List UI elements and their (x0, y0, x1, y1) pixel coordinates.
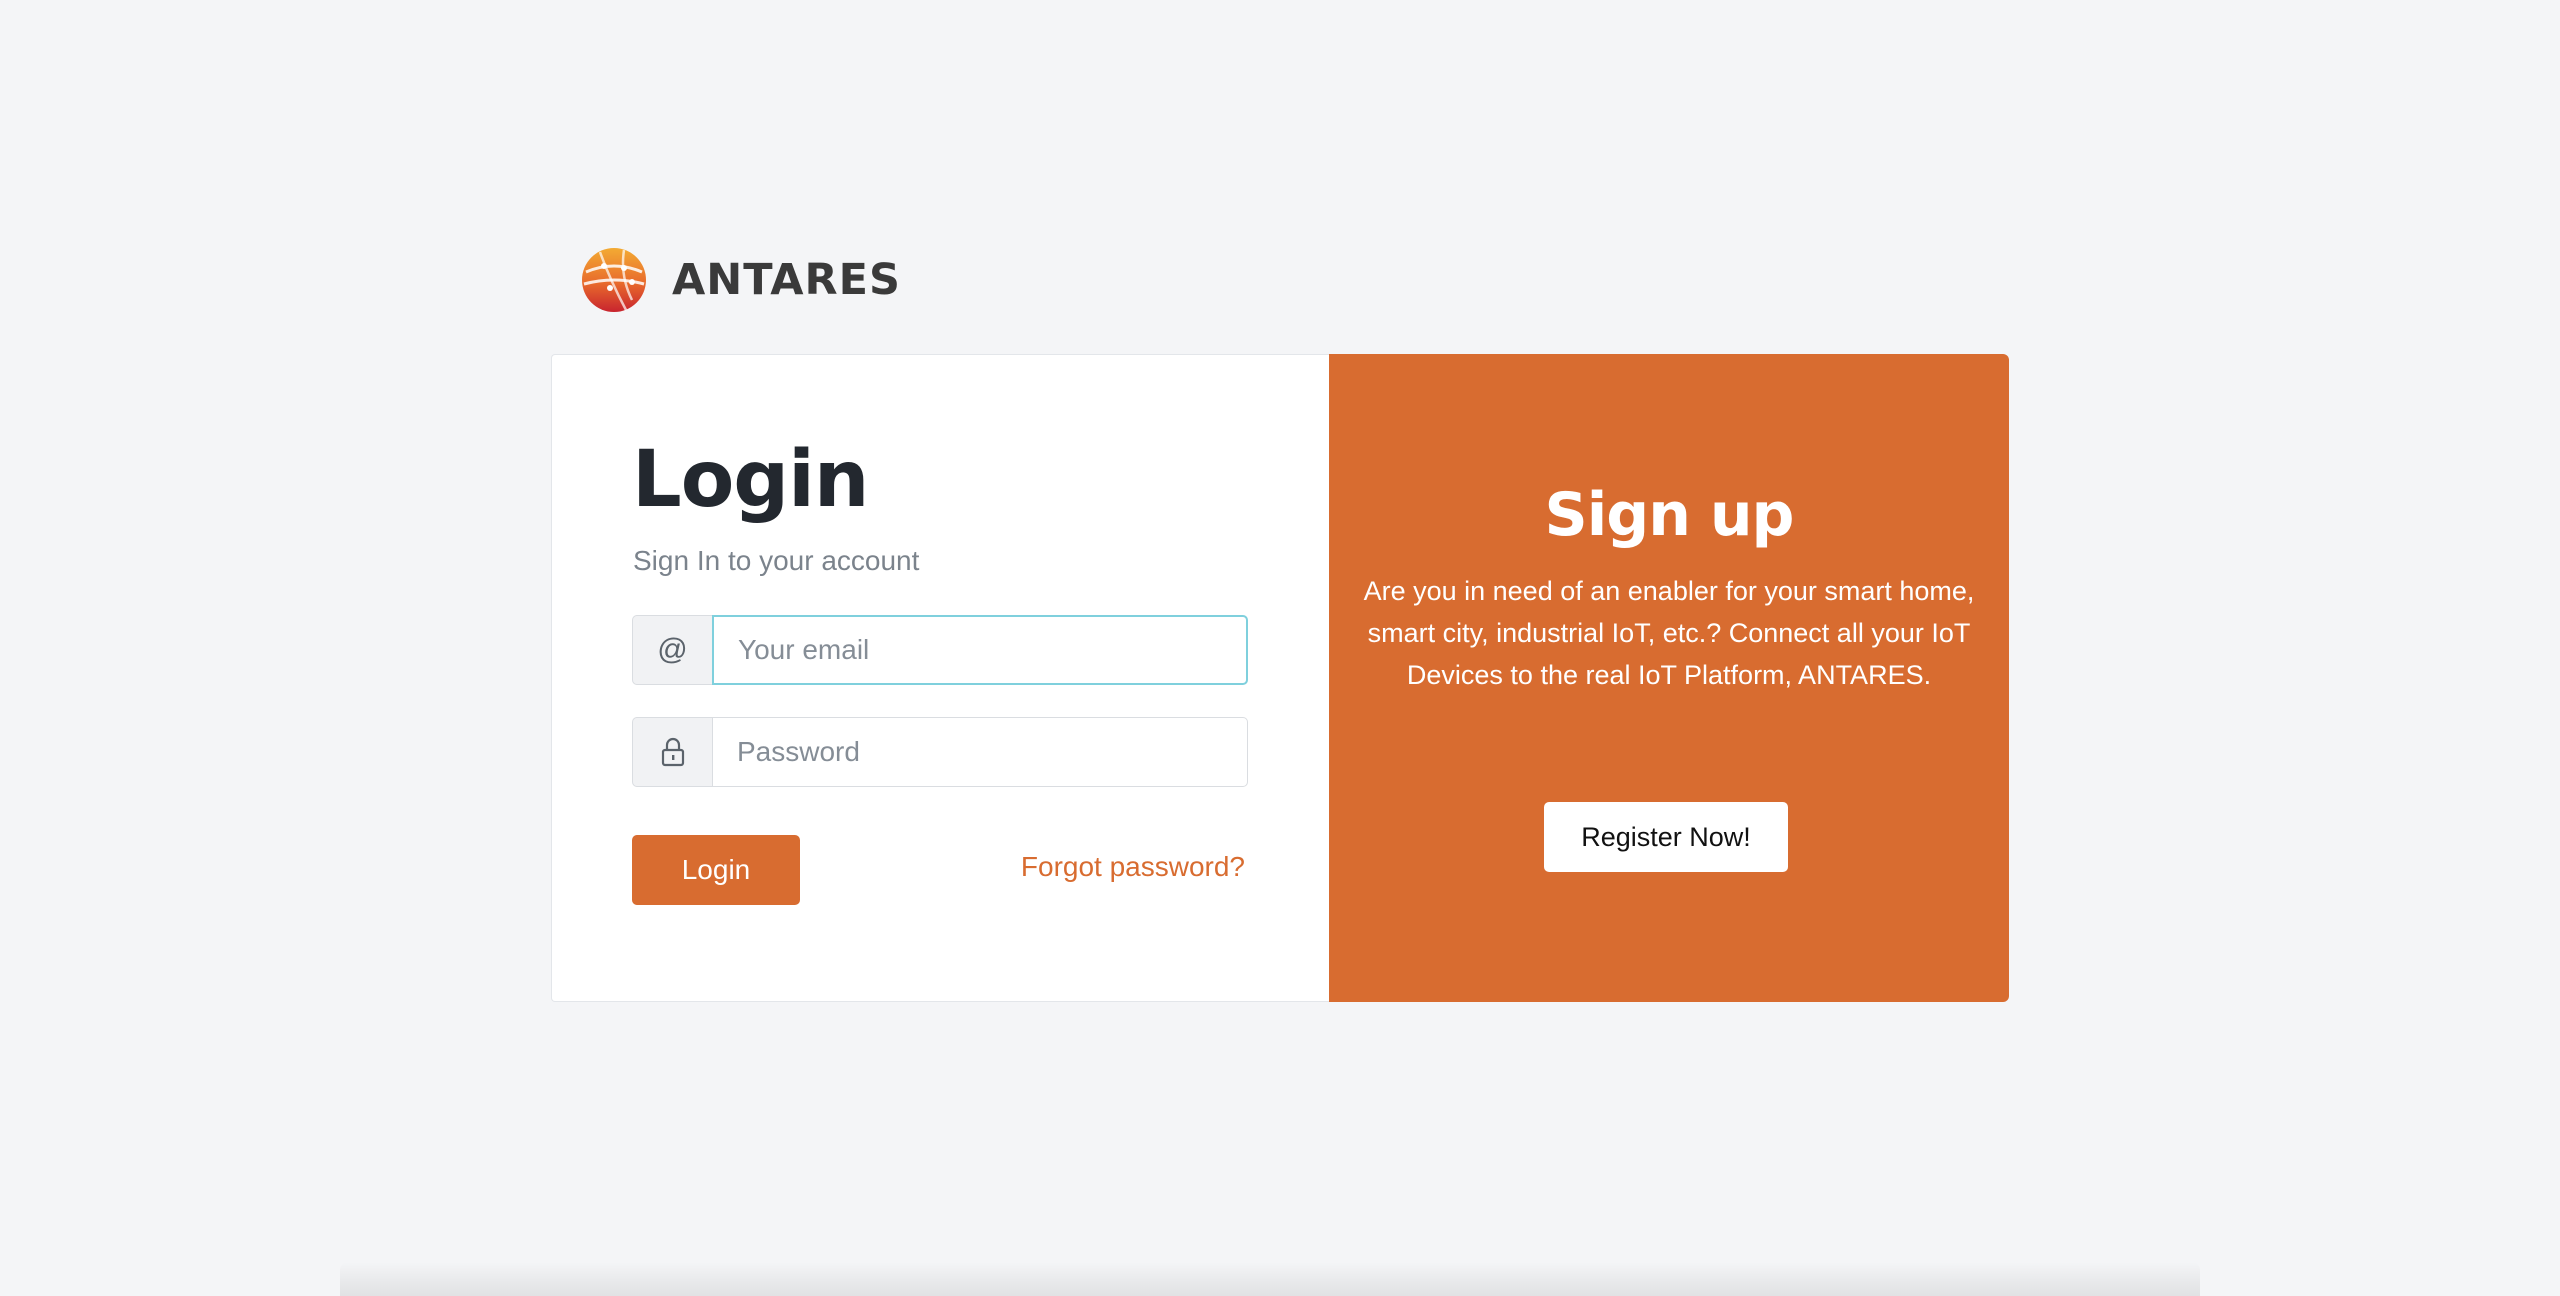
password-input-group (632, 717, 1248, 787)
email-input-group: @ (632, 615, 1248, 685)
forgot-password-link[interactable]: Forgot password? (1021, 851, 1245, 883)
password-input[interactable] (712, 717, 1248, 787)
login-title: Login (632, 435, 869, 525)
login-subtitle: Sign In to your account (633, 545, 920, 576)
login-button[interactable]: Login (632, 835, 800, 905)
brand-name: ANTARES (672, 255, 901, 305)
register-now-button[interactable]: Register Now! (1544, 802, 1788, 872)
bottom-shadow (340, 1262, 2200, 1296)
login-card: Login Sign In to your account @ Login Fo… (551, 354, 1329, 1002)
card-group: Login Sign In to your account @ Login Fo… (551, 354, 2009, 1002)
lock-icon (632, 717, 712, 787)
globe-logo-icon (582, 248, 646, 312)
signup-title: Sign up (1544, 480, 1795, 550)
email-input[interactable] (712, 615, 1248, 685)
signup-card: Sign up Are you in need of an enabler fo… (1329, 354, 2009, 1002)
signup-description: Are you in need of an enabler for your s… (1363, 576, 1975, 690)
brand: ANTARES (580, 246, 901, 314)
login-page: ANTARES Login Sign In to your account @ (0, 0, 2560, 1296)
at-sign-icon: @ (632, 615, 712, 685)
